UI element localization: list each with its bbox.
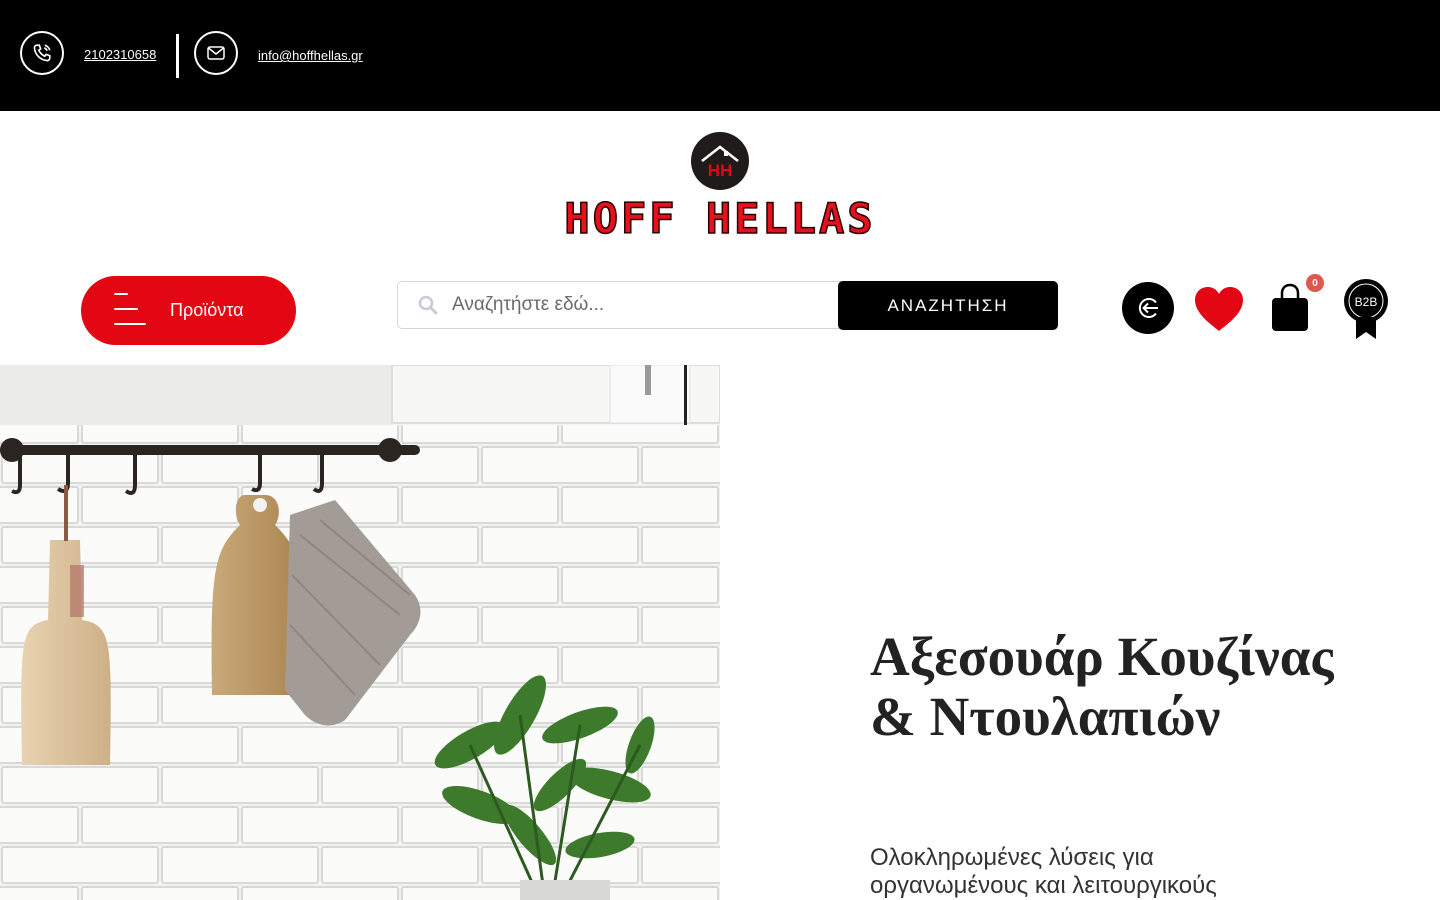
logo-wordmark[interactable]: HOFF HELLAS — [520, 193, 920, 244]
b2b-icon[interactable]: B2B — [1342, 279, 1390, 341]
phone-link[interactable]: 2102310658 — [84, 47, 156, 62]
cart-bag-icon[interactable] — [1270, 283, 1310, 333]
wishlist-heart-icon[interactable] — [1193, 285, 1245, 333]
logo-house-icon[interactable]: HH — [691, 132, 749, 190]
hero-kitchen-image — [0, 365, 720, 900]
products-menu-button[interactable]: Προϊόντα — [81, 276, 296, 345]
top-contact-bar: 2102310658 info@hoffhellas.gr — [0, 0, 1440, 111]
logo-badge-text: HH — [708, 161, 733, 180]
b2b-label: B2B — [1355, 295, 1378, 309]
hero-title: Αξεσουάρ Κουζίνας & Ντουλαπιών — [870, 626, 1334, 747]
topbar-divider — [176, 34, 179, 78]
email-link[interactable]: info@hoffhellas.gr — [258, 48, 363, 63]
search-button[interactable]: ΑΝΑΖΗΤΗΣΗ — [838, 281, 1058, 330]
phone-icon[interactable] — [20, 31, 64, 75]
login-icon[interactable] — [1122, 282, 1174, 334]
hamburger-icon — [114, 293, 146, 325]
search-icon — [418, 295, 438, 315]
hero-description: Ολοκληρωμένες λύσεις για οργανωμένους κα… — [870, 844, 1217, 899]
cart-count-badge: 0 — [1306, 274, 1324, 292]
mail-icon[interactable] — [194, 31, 238, 75]
search-input[interactable] — [452, 283, 842, 327]
products-label: Προϊόντα — [170, 300, 244, 320]
